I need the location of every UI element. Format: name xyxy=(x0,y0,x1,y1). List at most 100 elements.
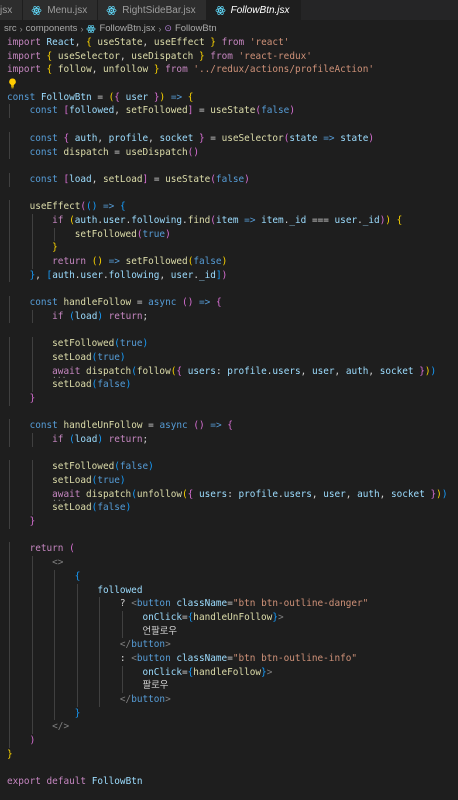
code-line[interactable]: ? <button className="btn btn-outline-dan… xyxy=(0,597,458,611)
breadcrumb-item-components[interactable]: components xyxy=(26,23,78,34)
code-text: onClick={handleFollow}> xyxy=(142,666,273,678)
code-line[interactable] xyxy=(0,323,458,337)
code-text: const { auth, profile, socket } = useSel… xyxy=(29,132,375,144)
tab-partial[interactable]: jsx xyxy=(0,0,24,20)
tab-menu[interactable]: Menu.jsx xyxy=(23,0,99,20)
code-line[interactable]: export default FollowBtn xyxy=(0,775,458,789)
code-editor[interactable]: import React, { useState, useEffect } fr… xyxy=(0,36,458,789)
code-line[interactable]: setFollowed(true) xyxy=(0,337,458,351)
code-line[interactable]: </> xyxy=(0,720,458,735)
code-line[interactable]: const [followed, setFollowed] = useState… xyxy=(0,104,458,119)
chevron-right-icon: › xyxy=(19,23,23,34)
code-line[interactable]: await dispatch(follow({ users: profile.u… xyxy=(0,364,458,381)
code-line[interactable]: setLoad(true) xyxy=(0,350,458,365)
code-line[interactable]: const handleFollow = async () => { xyxy=(0,296,458,310)
breadcrumb-item-symbol[interactable]: FollowBtn xyxy=(175,23,217,34)
tab-label: FollowBtn.jsx xyxy=(230,4,290,16)
code-text: const dispatch = useDispatch() xyxy=(29,146,199,158)
code-line[interactable]: : <button className="btn btn-outline-inf… xyxy=(0,651,458,666)
code-line[interactable]: }, [auth.user.following, user._id]) xyxy=(0,268,458,283)
code-text: return ( xyxy=(29,543,75,555)
code-text: <> xyxy=(52,557,64,569)
code-line[interactable] xyxy=(0,187,458,201)
code-text: : <button className="btn btn-outline-inf… xyxy=(119,652,358,664)
code-text: setLoad(true) xyxy=(52,475,126,486)
code-line[interactable]: return ( xyxy=(0,542,458,557)
code-text: const handleFollow = async () => { xyxy=(29,297,222,309)
code-line[interactable]: } xyxy=(0,515,458,529)
code-line[interactable]: if (auth.user.following.find(item => ite… xyxy=(0,213,458,228)
code-text: followed xyxy=(97,584,143,596)
code-text: onClick={handleUnFollow}> xyxy=(142,611,284,623)
code-line[interactable]: onClick={handleFollow}> xyxy=(0,665,458,680)
code-line[interactable]: const FollowBtn = ({ user }) => { xyxy=(0,91,458,105)
code-line[interactable] xyxy=(0,282,458,296)
code-line[interactable]: const dispatch = useDispatch() xyxy=(0,145,458,160)
code-line[interactable]: ) xyxy=(0,734,458,748)
code-text: setLoad(false) xyxy=(52,502,132,514)
code-text: ) xyxy=(29,735,36,747)
code-text: if (load) return; xyxy=(52,433,149,445)
code-line[interactable]: setFollowed(false) xyxy=(0,460,458,474)
code-text: } xyxy=(29,392,36,404)
tab-label: RightSideBar.jsx xyxy=(122,4,196,16)
code-line[interactable]: setLoad(false) xyxy=(0,378,458,392)
code-line[interactable]: setFollowed(true) xyxy=(0,227,458,242)
code-line[interactable]: } xyxy=(0,706,458,721)
code-line[interactable]: setLoad(false) xyxy=(0,501,458,516)
code-text: } xyxy=(29,516,36,528)
breadcrumb-item-file[interactable]: FollowBtn.jsx xyxy=(99,23,155,34)
code-text: </button> xyxy=(119,694,171,705)
code-text: import { follow, unfollow } from '../red… xyxy=(7,64,374,76)
code-line[interactable] xyxy=(0,447,458,461)
code-line[interactable]: </button> xyxy=(0,638,458,652)
code-line[interactable]: useEffect(() => { xyxy=(0,200,458,214)
code-line[interactable]: if (load) return; xyxy=(0,432,458,447)
code-line[interactable]: const [load, setLoad] = useState(false) xyxy=(0,172,458,187)
code-line[interactable] xyxy=(0,77,458,91)
code-line[interactable]: import React, { useState, useEffect } fr… xyxy=(0,36,458,50)
code-line[interactable]: } xyxy=(0,748,458,762)
code-text: { xyxy=(74,570,81,582)
code-line[interactable]: { xyxy=(0,569,458,584)
tab-followbtn[interactable]: FollowBtn.jsx xyxy=(206,0,301,20)
code-line[interactable]: await dispatch(unfollow({ users: profile… xyxy=(0,487,458,504)
react-icon xyxy=(215,5,226,15)
react-icon xyxy=(106,5,117,15)
code-line[interactable]: <> xyxy=(0,556,458,570)
code-line[interactable]: import { follow, unfollow } from '../red… xyxy=(0,63,458,77)
tab-rightsidebar[interactable]: RightSideBar.jsx xyxy=(98,0,207,20)
code-line[interactable]: const handleUnFollow = async () => { xyxy=(0,419,458,433)
editor-tab-bar: jsx Menu.jsx RightSideBar.jsx FollowBtn.… xyxy=(0,0,458,21)
breadcrumb-item-src[interactable]: src xyxy=(4,23,17,34)
code-text: </button> xyxy=(119,639,171,651)
code-text: const [load, setLoad] = useState(false) xyxy=(29,173,250,185)
code-line[interactable]: setLoad(true) xyxy=(0,474,458,488)
code-line[interactable]: } xyxy=(0,241,458,255)
code-line[interactable]: 언팔로우 xyxy=(0,624,458,639)
chevron-right-icon: › xyxy=(158,23,162,34)
code-text: await dispatch(unfollow({ users: profile… xyxy=(52,488,448,500)
tab-label: jsx xyxy=(0,4,13,16)
code-line[interactable] xyxy=(0,406,458,420)
code-line[interactable]: const { auth, profile, socket } = useSel… xyxy=(0,131,458,146)
code-line[interactable] xyxy=(0,118,458,132)
code-line[interactable]: import { useSelector, useDispatch } from… xyxy=(0,50,458,64)
lightbulb-icon[interactable] xyxy=(8,78,17,89)
code-line[interactable]: </button> xyxy=(0,693,458,707)
code-line[interactable]: if (load) return; xyxy=(0,309,458,324)
code-line[interactable]: } xyxy=(0,391,458,406)
code-text: }, [auth.user.following, user._id]) xyxy=(29,269,228,281)
code-line[interactable] xyxy=(0,761,458,775)
code-text: 팔로우 xyxy=(7,680,169,692)
react-icon xyxy=(86,24,96,33)
react-icon xyxy=(31,5,42,15)
code-text: } xyxy=(7,748,13,760)
symbol-icon: ⊙ xyxy=(164,23,172,33)
code-line[interactable] xyxy=(0,159,458,173)
code-line[interactable] xyxy=(0,529,458,543)
code-line[interactable]: 팔로우 xyxy=(0,679,458,693)
code-line[interactable]: followed xyxy=(0,583,458,598)
code-line[interactable]: return () => setFollowed(false) xyxy=(0,255,458,269)
code-line[interactable]: onClick={handleUnFollow}> xyxy=(0,610,458,625)
